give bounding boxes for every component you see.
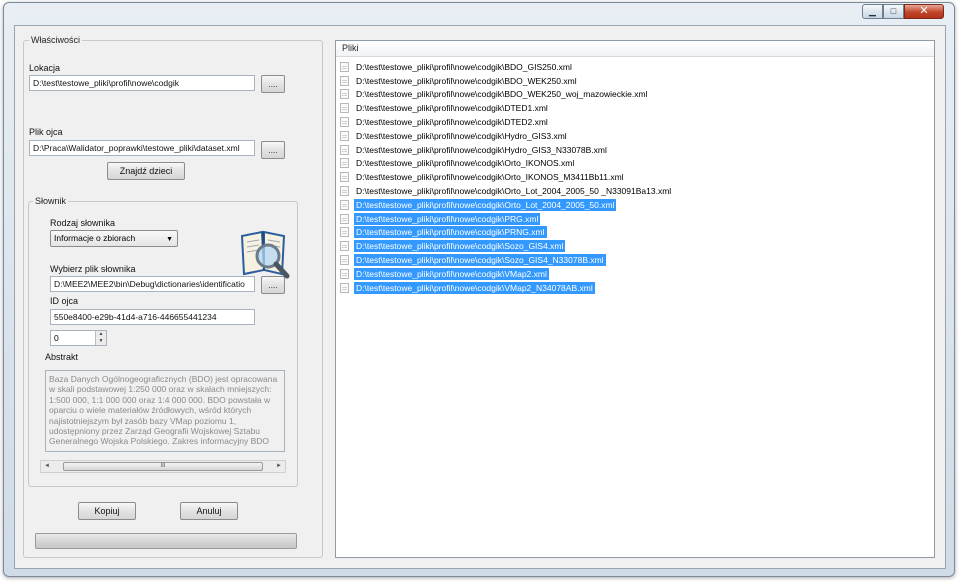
list-item[interactable]: D:\test\testowe_pliki\profil\nowe\codgik…	[340, 198, 930, 212]
file-path: D:\test\testowe_pliki\profil\nowe\codgik…	[356, 130, 567, 141]
file-path: D:\test\testowe_pliki\profil\nowe\codgik…	[356, 158, 575, 169]
xml-file-icon	[340, 75, 349, 86]
xml-file-icon	[340, 172, 349, 183]
parent-file-browse-button[interactable]: ....	[261, 141, 285, 159]
spinner-up-icon[interactable]: ▲	[96, 331, 106, 338]
xml-file-icon	[340, 61, 349, 72]
xml-file-icon	[340, 213, 349, 224]
file-path: D:\test\testowe_pliki\profil\nowe\codgik…	[354, 281, 595, 294]
dictionary-type-select[interactable]: Informacje o zbiorach ▼	[50, 230, 178, 247]
list-item[interactable]: D:\test\testowe_pliki\profil\nowe\codgik…	[340, 115, 930, 129]
xml-file-icon	[340, 241, 349, 252]
parent-id-field[interactable]: 550e8400-e29b-41d4-a716-446655441234	[50, 309, 255, 325]
spinner-value: 0	[54, 333, 59, 343]
dictionary-type-value: Informacje o zbiorach	[54, 233, 136, 243]
file-path: D:\test\testowe_pliki\profil\nowe\codgik…	[356, 61, 572, 72]
location-label: Lokacja	[29, 63, 61, 73]
file-path: D:\test\testowe_pliki\profil\nowe\codgik…	[354, 254, 606, 267]
file-path: D:\test\testowe_pliki\profil\nowe\codgik…	[354, 240, 566, 253]
parent-file-field[interactable]: D:\Praca\Walidator_poprawki\testowe_plik…	[29, 140, 255, 156]
file-path: D:\test\testowe_pliki\profil\nowe\codgik…	[354, 198, 617, 211]
list-item[interactable]: D:\test\testowe_pliki\profil\nowe\codgik…	[340, 74, 930, 88]
list-item[interactable]: D:\test\testowe_pliki\profil\nowe\codgik…	[340, 253, 930, 267]
list-item[interactable]: D:\test\testowe_pliki\profil\nowe\codgik…	[340, 101, 930, 115]
xml-file-icon	[340, 227, 349, 238]
list-item[interactable]: D:\test\testowe_pliki\profil\nowe\codgik…	[340, 184, 930, 198]
copy-button[interactable]: Kopiuj	[78, 502, 136, 520]
abstract-horizontal-scrollbar[interactable]: ◄ III ►	[40, 460, 286, 473]
dictionary-type-label: Rodzaj słownika	[50, 218, 116, 228]
list-item[interactable]: D:\test\testowe_pliki\profil\nowe\codgik…	[340, 129, 930, 143]
dictionary-title: Słownik	[33, 196, 69, 206]
chevron-down-icon: ▼	[166, 236, 173, 243]
xml-file-icon	[340, 186, 349, 197]
list-item[interactable]: D:\test\testowe_pliki\profil\nowe\codgik…	[340, 143, 930, 157]
parent-file-label: Plik ojca	[29, 127, 63, 137]
xml-file-icon	[340, 268, 349, 279]
xml-file-icon	[340, 255, 349, 266]
file-path: D:\test\testowe_pliki\profil\nowe\codgik…	[354, 267, 549, 280]
minimize-button[interactable]: ▁	[862, 4, 883, 19]
scroll-right-icon[interactable]: ►	[273, 461, 285, 472]
list-item[interactable]: D:\test\testowe_pliki\profil\nowe\codgik…	[340, 226, 930, 240]
xml-file-icon	[340, 130, 349, 141]
client-area: Właściwości Lokacja D:\test\testowe_plik…	[14, 25, 946, 569]
spinner-buttons[interactable]: ▲ ▼	[95, 331, 106, 345]
file-path: D:\test\testowe_pliki\profil\nowe\codgik…	[354, 226, 547, 239]
close-button[interactable]: ✕	[904, 4, 944, 19]
list-item[interactable]: D:\test\testowe_pliki\profil\nowe\codgik…	[340, 170, 930, 184]
files-header[interactable]: Pliki	[336, 41, 934, 57]
abstract-textarea[interactable]: Baza Danych Ogólnogeograficznych (BDO) j…	[45, 370, 285, 452]
list-item[interactable]: D:\test\testowe_pliki\profil\nowe\codgik…	[340, 88, 930, 102]
dictionary-file-field[interactable]: D:\MEE2\MEE2\bin\Debug\dictionaries\iden…	[50, 276, 255, 292]
xml-file-icon	[340, 282, 349, 293]
list-item[interactable]: D:\test\testowe_pliki\profil\nowe\codgik…	[340, 157, 930, 171]
dictionary-file-label: Wybierz plik słownika	[50, 264, 136, 274]
parent-id-label: ID ojca	[50, 296, 79, 306]
file-path: D:\test\testowe_pliki\profil\nowe\codgik…	[356, 103, 548, 114]
properties-group: Właściwości Lokacja D:\test\testowe_plik…	[23, 35, 323, 558]
scroll-left-icon[interactable]: ◄	[41, 461, 53, 472]
file-path: D:\test\testowe_pliki\profil\nowe\codgik…	[356, 186, 672, 197]
file-path: D:\test\testowe_pliki\profil\nowe\codgik…	[356, 117, 548, 128]
xml-file-icon	[340, 158, 349, 169]
properties-title: Właściwości	[29, 35, 83, 45]
list-item[interactable]: D:\test\testowe_pliki\profil\nowe\codgik…	[340, 281, 930, 295]
xml-file-icon	[340, 103, 349, 114]
xml-file-icon	[340, 199, 349, 210]
files-list: D:\test\testowe_pliki\profil\nowe\codgik…	[340, 60, 930, 295]
file-path: D:\test\testowe_pliki\profil\nowe\codgik…	[356, 75, 577, 86]
main-window: ▁ □ ✕ Właściwości Lokacja D:\test\testow…	[3, 2, 955, 577]
cancel-button[interactable]: Anuluj	[180, 502, 238, 520]
xml-file-icon	[340, 89, 349, 100]
location-browse-button[interactable]: ....	[261, 75, 285, 93]
list-item[interactable]: D:\test\testowe_pliki\profil\nowe\codgik…	[340, 212, 930, 226]
spinner-down-icon[interactable]: ▼	[96, 338, 106, 345]
maximize-button[interactable]: □	[883, 4, 904, 19]
files-list-panel: Pliki D:\test\testowe_pliki\profil\nowe\…	[335, 40, 935, 558]
progress-bar	[35, 533, 297, 549]
scroll-thumb[interactable]: III	[63, 462, 263, 471]
list-item[interactable]: D:\test\testowe_pliki\profil\nowe\codgik…	[340, 267, 930, 281]
file-path: D:\test\testowe_pliki\profil\nowe\codgik…	[356, 89, 648, 100]
window-controls: ▁ □ ✕	[862, 4, 944, 19]
abstract-label: Abstrakt	[45, 352, 79, 362]
number-spinner[interactable]: 0 ▲ ▼	[50, 330, 107, 346]
xml-file-icon	[340, 144, 349, 155]
book-search-icon	[240, 230, 290, 279]
file-path: D:\test\testowe_pliki\profil\nowe\codgik…	[356, 172, 624, 183]
list-item[interactable]: D:\test\testowe_pliki\profil\nowe\codgik…	[340, 60, 930, 74]
find-children-button[interactable]: Znajdź dzieci	[107, 162, 185, 180]
list-item[interactable]: D:\test\testowe_pliki\profil\nowe\codgik…	[340, 239, 930, 253]
file-path: D:\test\testowe_pliki\profil\nowe\codgik…	[354, 212, 541, 225]
file-path: D:\test\testowe_pliki\profil\nowe\codgik…	[356, 144, 607, 155]
location-field[interactable]: D:\test\testowe_pliki\profil\nowe\codgik	[29, 75, 255, 91]
xml-file-icon	[340, 117, 349, 128]
